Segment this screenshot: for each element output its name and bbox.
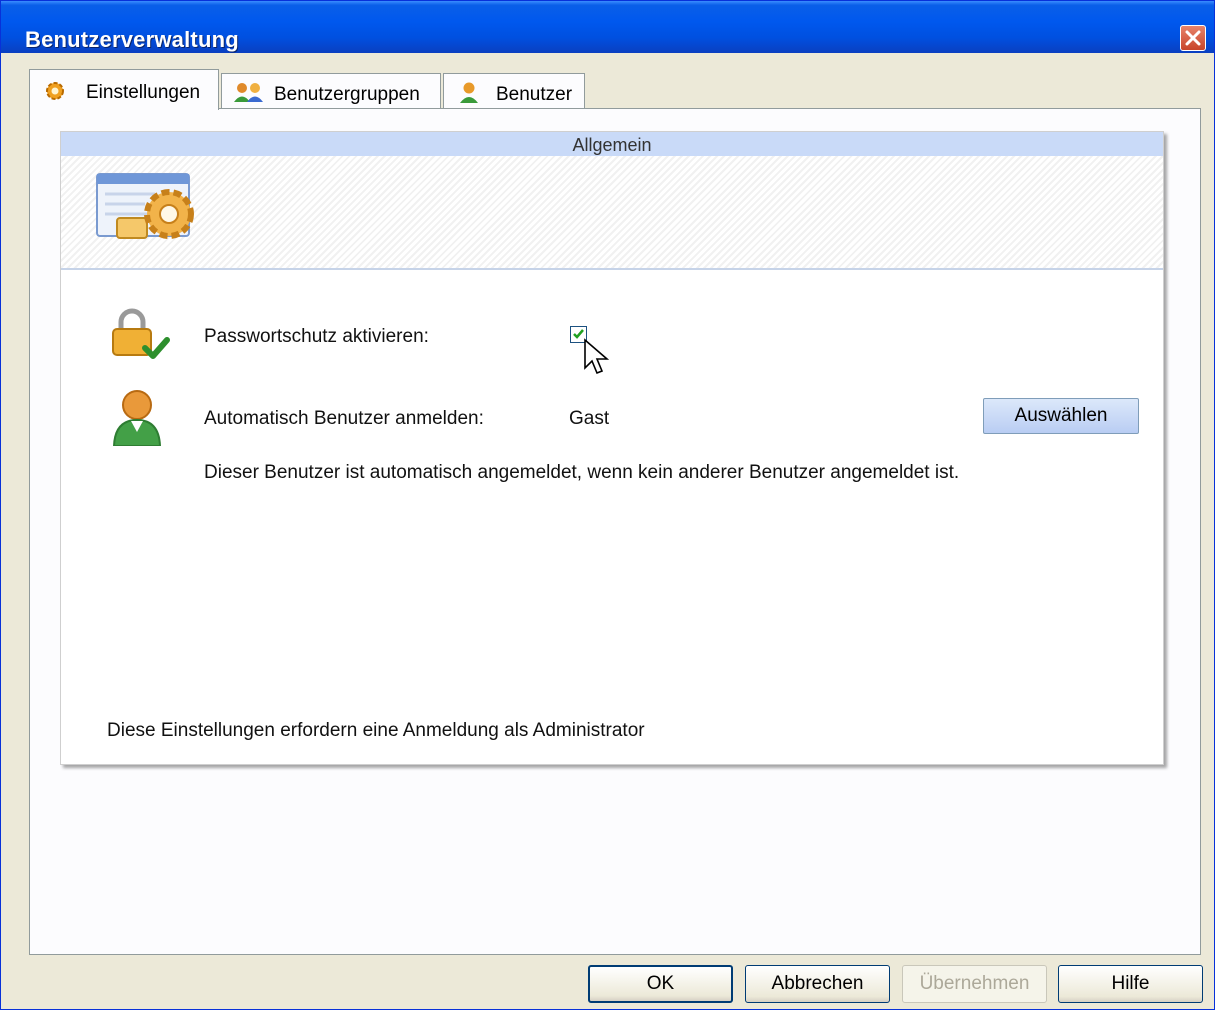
tab-label: Benutzergruppen — [274, 84, 420, 105]
ok-button[interactable]: OK — [588, 965, 733, 1003]
settings-card: Allgemein Passwortschutz aktivieren: Aut… — [60, 131, 1164, 765]
auto-login-user-value: Gast — [569, 408, 610, 429]
admin-required-note: Diese Einstellungen erfordern eine Anmel… — [107, 720, 645, 741]
apply-button[interactable]: Übernehmen — [902, 965, 1047, 1003]
section-title: Allgemein — [61, 132, 1163, 157]
tab-label: Einstellungen — [86, 82, 201, 103]
tab-label: Benutzer — [496, 84, 573, 105]
user-icon — [458, 81, 480, 109]
close-button[interactable] — [1180, 25, 1206, 51]
auto-login-label: Automatisch Benutzer anmelden: — [204, 408, 484, 429]
tab-benutzergruppen[interactable]: Benutzergruppen — [221, 73, 441, 109]
tab-panel: Allgemein Passwortschutz aktivieren: Aut… — [29, 108, 1201, 955]
auto-login-hint: Dieser Benutzer ist automatisch angemeld… — [204, 462, 960, 483]
settings-window-icon — [95, 170, 201, 259]
title-bar[interactable]: Benutzerverwaltung — [1, 1, 1214, 53]
password-protection-label: Passwortschutz aktivieren: — [204, 326, 429, 347]
gear-icon — [44, 80, 66, 108]
help-button[interactable]: Hilfe — [1058, 965, 1203, 1003]
cancel-button[interactable]: Abbrechen — [745, 965, 890, 1003]
user-icon — [111, 388, 163, 451]
mouse-cursor-icon — [583, 338, 610, 383]
window-title: Benutzerverwaltung — [25, 27, 239, 52]
close-icon — [1185, 30, 1201, 46]
tab-benutzer[interactable]: Benutzer — [443, 73, 585, 109]
user-group-icon — [232, 81, 266, 109]
dialog-window: Benutzerverwaltung Einstellungen Benutze… — [0, 0, 1215, 1010]
select-user-button[interactable]: Auswählen — [983, 398, 1139, 434]
section-banner — [61, 156, 1163, 270]
tab-einstellungen[interactable]: Einstellungen — [29, 69, 219, 110]
padlock-icon — [109, 308, 171, 367]
